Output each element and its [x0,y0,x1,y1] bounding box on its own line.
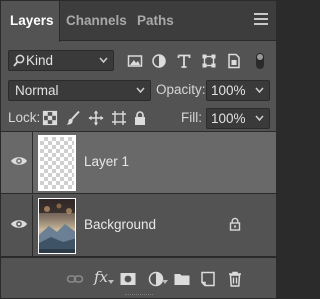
pixel-filter-icon[interactable] [127,53,143,69]
layer-thumbnail[interactable] [38,198,76,254]
layer-thumbnail[interactable] [38,135,76,191]
fill-input[interactable]: 100% [206,108,270,129]
blend-mode-value: Normal [15,83,59,98]
lock-icon-group [42,109,145,127]
chevron-down-icon [162,280,168,284]
shape-filter-icon[interactable] [201,53,217,69]
tab-channels[interactable]: Channels [66,1,127,41]
layers-bottom-toolbar: fx [1,257,276,298]
layers-panel: Layers Channels Paths Kind Normal Opacit… [0,0,277,299]
lock-all-icon[interactable] [132,110,148,126]
filter-kind-label: Kind [26,53,54,68]
opacity-label: Opacity: [156,82,206,97]
lock-image-pixels-icon[interactable] [65,110,81,126]
fill-value: 100% [211,111,246,126]
smart-object-filter-icon[interactable] [226,53,242,69]
visibility-divider [32,132,33,194]
lock-icon [229,217,241,231]
chevron-down-icon [136,87,145,94]
chevron-down-icon [99,57,108,64]
eye-icon[interactable] [10,217,28,231]
landscape-thumbnail-image [39,199,75,253]
lock-artboard-icon[interactable] [111,110,127,126]
adjustment-filter-icon[interactable] [151,53,167,69]
panel-tab-bar: Layers Channels Paths [1,1,276,42]
visibility-divider [32,195,33,257]
chevron-down-icon [108,280,114,284]
fill-label: Fill: [181,110,202,125]
type-filter-icon[interactable] [176,53,192,69]
opacity-value: 100% [211,83,246,98]
lock-label: Lock: [8,110,41,125]
lock-position-icon[interactable] [88,110,104,126]
layer-name[interactable]: Background [84,217,156,232]
layer-style-fx-button[interactable]: fx [94,268,108,286]
layers-list: Layer 1 Background [1,131,276,257]
layer-row-background[interactable]: Background [1,195,276,257]
filter-icon-group [125,51,270,71]
layer-name[interactable]: Layer 1 [84,154,129,169]
new-layer-icon[interactable] [199,270,217,288]
chevron-down-icon[interactable] [255,112,264,124]
blend-mode-dropdown[interactable]: Normal [8,80,151,101]
tab-layers[interactable]: Layers [1,1,60,42]
lock-transparent-pixels-icon[interactable] [42,110,58,126]
filter-toggle-switch[interactable] [256,53,264,69]
chevron-down-icon[interactable] [255,84,264,96]
opacity-input[interactable]: 100% [206,80,270,101]
new-group-icon[interactable] [173,270,191,288]
panel-menu-icon[interactable] [254,13,268,27]
add-mask-icon[interactable] [119,270,137,288]
search-icon [13,54,25,67]
eye-icon[interactable] [10,154,28,168]
resize-grip[interactable] [125,294,153,297]
filter-kind-dropdown[interactable]: Kind [8,50,114,71]
tab-paths[interactable]: Paths [137,1,174,41]
link-layers-icon[interactable] [66,270,84,288]
delete-layer-icon[interactable] [226,270,244,288]
layer-row-layer-1[interactable]: Layer 1 [1,132,276,194]
